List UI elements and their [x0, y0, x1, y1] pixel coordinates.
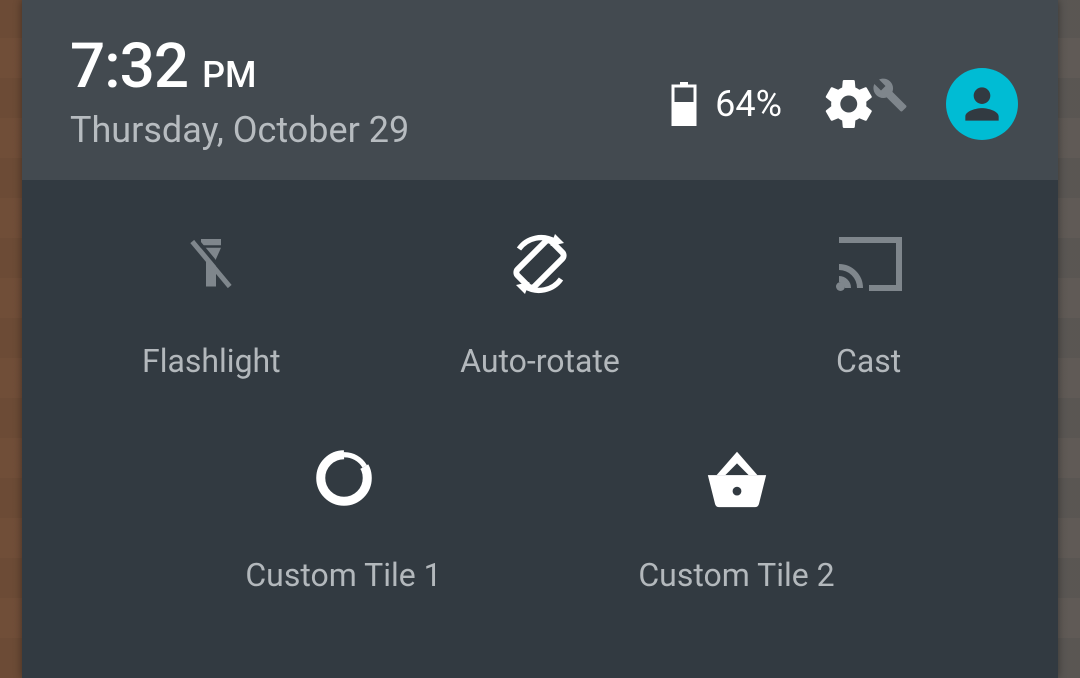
shopping-basket-icon — [701, 442, 773, 514]
clock-area[interactable]: 7:32 PM Thursday, October 29 — [70, 30, 409, 151]
tile-flashlight[interactable]: Flashlight — [52, 228, 371, 380]
data-usage-icon — [308, 442, 380, 514]
tile-label: Custom Tile 2 — [638, 556, 834, 594]
flashlight-off-icon — [175, 228, 247, 300]
tile-cast[interactable]: Cast — [709, 228, 1028, 380]
battery-icon — [671, 82, 697, 126]
user-avatar[interactable] — [946, 68, 1018, 140]
cast-icon — [833, 228, 905, 300]
person-icon — [957, 79, 1007, 129]
tile-label: Custom Tile 1 — [245, 556, 441, 594]
settings-button[interactable] — [820, 75, 908, 133]
quick-settings-panel: 7:32 PM Thursday, October 29 64% — [22, 0, 1058, 678]
tile-label: Auto-rotate — [460, 342, 620, 380]
clock-time: 7:32 — [70, 30, 188, 103]
tile-custom-1[interactable]: Custom Tile 1 — [152, 442, 535, 594]
clock-ampm: PM — [202, 54, 256, 96]
tile-label: Cast — [836, 342, 901, 380]
tile-auto-rotate[interactable]: Auto-rotate — [381, 228, 700, 380]
gear-icon — [820, 75, 878, 133]
tiles-area: Flashlight Auto-rotate — [22, 180, 1058, 678]
tile-label: Flashlight — [142, 342, 281, 380]
auto-rotate-icon — [504, 228, 576, 300]
battery-percent: 64% — [715, 83, 782, 125]
wrench-icon — [878, 95, 908, 113]
battery-indicator[interactable]: 64% — [671, 82, 782, 126]
status-area: 64% — [671, 68, 1018, 140]
tile-custom-2[interactable]: Custom Tile 2 — [545, 442, 928, 594]
clock-date: Thursday, October 29 — [70, 109, 409, 151]
panel-header: 7:32 PM Thursday, October 29 64% — [22, 0, 1058, 180]
